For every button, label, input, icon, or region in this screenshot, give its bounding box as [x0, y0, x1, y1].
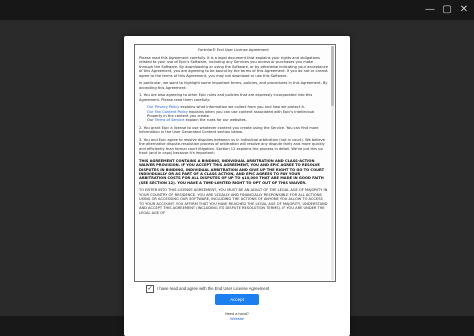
eula-text-fragment: explain the rules for our websites. — [184, 118, 247, 123]
eula-text-fragment: Our — [147, 118, 155, 123]
accept-button[interactable]: Accept — [215, 294, 259, 305]
eula-dialog: Fortnite® End User License Agreement Ple… — [124, 36, 350, 336]
agree-label[interactable]: I have read and agree with the End User … — [157, 286, 269, 291]
eula-policy-line: Our Terms of Service explain the rules f… — [147, 118, 328, 122]
privacy-policy-link[interactable]: Our Privacy Policy — [147, 105, 179, 109]
eula-policy-line: Our Fan Content Policy explains when you… — [147, 110, 328, 119]
eula-scrollbar-thumb[interactable] — [331, 46, 334, 106]
fan-content-policy-link[interactable]: Our Fan Content Policy — [147, 110, 188, 114]
eula-paragraph: 2. You grant Epic a license to use whate… — [139, 126, 319, 135]
eula-title: Fortnite® End User License Agreement — [198, 48, 269, 52]
minimize-icon[interactable]: — — [424, 4, 436, 16]
agree-row[interactable]: ✓ I have read and agree with the End Use… — [146, 284, 336, 293]
website-link[interactable]: Website — [124, 317, 350, 322]
eula-age-notice: TO ENTER INTO THIS LICENSE AGREEMENT, YO… — [139, 188, 328, 215]
eula-text-area: Fortnite® End User License Agreement Ple… — [139, 48, 328, 281]
eula-paragraph: 1. You are also agreeing to other Epic r… — [139, 93, 313, 102]
eula-arbitration-notice: THIS AGREEMENT CONTAINS A BINDING, INDIV… — [139, 158, 325, 185]
eula-document[interactable]: Fortnite® End User License Agreement Ple… — [134, 44, 336, 282]
close-icon[interactable]: ✕ — [458, 4, 470, 16]
background-stage: Fortnite® End User License Agreement Ple… — [0, 20, 474, 336]
window-titlebar: — ▢ ✕ — [0, 0, 474, 20]
maximize-icon[interactable]: ▢ — [441, 4, 453, 16]
eula-scrollbar[interactable] — [331, 46, 334, 280]
eula-paragraph: In particular, we want to highlight some… — [139, 81, 328, 90]
eula-paragraph: Please read this Agreement carefully. It… — [139, 56, 328, 78]
eula-text-fragment: explains what information we collect fro… — [179, 105, 306, 110]
agree-checkbox[interactable]: ✓ — [146, 284, 154, 293]
eula-paragraph: 3. You and Epic agree to resolve dispute… — [139, 138, 325, 156]
terms-of-service-link[interactable]: Terms of Service — [155, 118, 185, 122]
